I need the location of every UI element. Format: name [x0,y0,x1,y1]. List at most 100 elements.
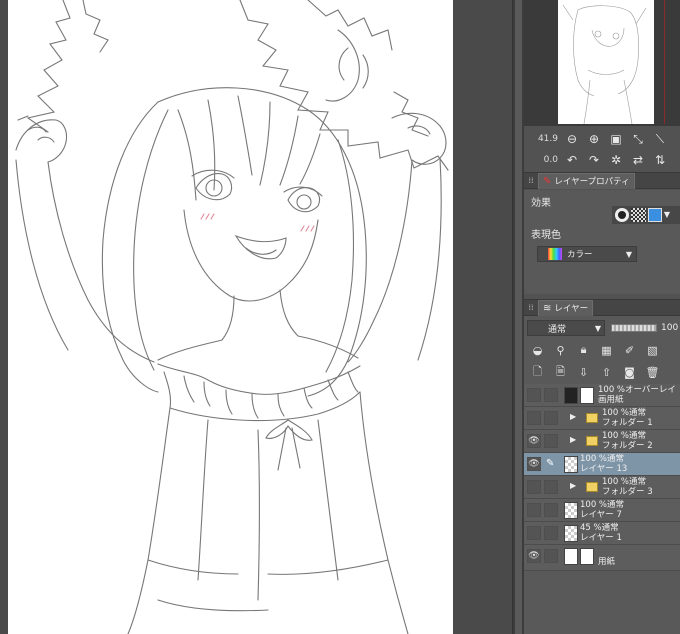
tab-layer-property-label: レイヤープロパティ [554,177,630,187]
lock-toggle[interactable] [544,526,558,540]
layer-row-layer-13[interactable]: 👁︎ ✎ 100 %通常 レイヤー 13 [524,453,680,476]
eye-icon[interactable]: 👁︎ [527,434,541,448]
layer-mode-text: 45 %通常 [580,523,619,533]
zoom-out-icon[interactable]: ⊖ [562,130,582,148]
opacity-value[interactable]: 100 [661,323,678,333]
folder-icon [586,413,598,423]
layer-toolbar-1: ◒ ⚲ 🔒︎ ▦ ✐ ▧ [524,340,680,360]
expression-color-select[interactable]: カラー ▼ [537,246,637,262]
layer-thumbnail [564,502,578,519]
move-up-icon[interactable]: ⇧ [597,363,616,381]
layer-mode-text: 100 %通常 [580,454,625,464]
fit-to-window-icon[interactable]: ⤡ [628,130,648,148]
layer-color-icon[interactable] [647,208,662,222]
chevron-down-icon: ▼ [594,323,601,333]
layer-row-layer-1[interactable]: 45 %通常 レイヤー 1 [524,522,680,545]
visibility-toggle[interactable] [527,480,541,494]
new-vector-layer-icon[interactable]: 🗎 [551,363,570,381]
navigator-preview-image [562,4,647,124]
expand-arrow-icon[interactable]: ▶ [570,435,576,444]
mask-icon[interactable]: ▧ [643,341,662,359]
layers-icon: ≋ [543,302,552,314]
tone-effect-icon[interactable] [631,208,646,222]
blend-row: 通常 ▼ 100 [524,319,680,337]
visibility-toggle[interactable] [527,411,541,425]
zoom-in-icon[interactable]: ⊕ [584,130,604,148]
expand-arrow-icon[interactable]: ▶ [570,412,576,421]
blend-mode-select[interactable]: 通常 ▼ [527,320,605,336]
opacity-slider[interactable] [611,324,657,332]
clip-icon[interactable]: ◒ [528,341,547,359]
delete-layer-icon[interactable]: 🗑︎ [643,363,662,381]
folder-icon [586,482,598,492]
scrollbar-thumb[interactable] [515,0,522,634]
lineart-illustration [15,0,449,634]
tab-layer-property[interactable]: ✎ レイヤープロパティ [538,172,635,189]
flip-vertical-icon[interactable]: ⇅ [650,151,670,169]
layer-row-folder-2[interactable]: 👁︎ ▶ 100 %通常 フォルダー 2 [524,430,680,453]
move-down-icon[interactable]: ⇩ [574,363,593,381]
border-effect-icon[interactable] [615,208,630,222]
layer-name: 用紙 [598,557,616,567]
rotate-right-icon[interactable]: ↷ [584,151,604,169]
flip-horizontal-icon[interactable]: ⇄ [628,151,648,169]
layer-property-tabbar: ⁞⁞ ✎ レイヤープロパティ [524,172,680,189]
color-mode-icon [548,248,562,260]
reset-rotation-icon[interactable]: ✲ [606,151,626,169]
eye-icon[interactable]: 👁︎ [527,457,541,471]
visibility-toggle[interactable] [527,503,541,517]
new-raster-layer-icon[interactable]: 🗋 [528,363,547,381]
tab-layer[interactable]: ≋ レイヤー [538,299,594,316]
zoom-row: 41.9 ⊖ ⊕ ▣ ⤡ ⟍ [524,129,672,149]
lock-transparency-icon[interactable]: ▦ [597,341,616,359]
navigator-panel[interactable] [524,0,680,125]
layer-toolbar-2: 🗋 🗎 ⇩ ⇧ ◙ 🗑︎ [524,362,680,382]
reference-icon[interactable]: ⚲ [551,341,570,359]
lock-toggle[interactable] [544,503,558,517]
canvas-paper[interactable] [8,0,453,634]
lock-toggle[interactable] [544,388,558,402]
layer-name: フォルダー 1 [602,418,653,428]
layer-row-folder-3[interactable]: ▶ 100 %通常 フォルダー 3 [524,476,680,499]
expression-color-value: カラー [567,250,593,260]
layer-thumbnail [580,387,594,404]
layer-name: フォルダー 3 [602,487,653,497]
draft-layer-icon[interactable]: ✐ [620,341,639,359]
flip-icon[interactable]: ⟍ [650,130,670,148]
zoom-value[interactable]: 41.9 [524,134,562,144]
layer-row-folder-1[interactable]: ▶ 100 %通常 フォルダー 1 [524,407,680,430]
folder-icon [586,436,598,446]
expression-color-label: 表現色 [531,230,561,241]
canvas-vertical-scrollbar[interactable] [512,0,524,634]
canvas-area[interactable] [0,0,512,634]
layer-row-canvas-paper[interactable]: 100 %オーバーレイ 画用紙 [524,384,680,407]
tab-layer-label: レイヤー [554,304,589,314]
actual-size-icon[interactable]: ▣ [606,130,626,148]
panel-grip-icon[interactable]: ⁞⁞ [524,303,538,312]
visibility-toggle[interactable] [527,388,541,402]
layer-row-paper[interactable]: 👁︎ 用紙 [524,545,680,571]
lock-icon[interactable]: 🔒︎ [574,341,593,359]
lock-toggle[interactable] [544,480,558,494]
lock-toggle[interactable] [544,434,558,448]
panel-grip-icon[interactable]: ⁞⁞ [524,176,538,185]
effect-dropdown-icon[interactable]: ▼ [664,208,678,222]
layer-panel: 通常 ▼ 100 ◒ ⚲ 🔒︎ ▦ ✐ ▧ 🗋 🗎 ⇩ ⇧ ◙ 🗑︎ 100 %… [524,316,680,634]
lock-toggle[interactable] [544,549,558,563]
layer-mode-text: 100 %通常 [602,477,647,487]
chevron-down-icon: ▼ [625,249,632,259]
lock-toggle[interactable] [544,411,558,425]
rotate-left-icon[interactable]: ↶ [562,151,582,169]
layer-thumbnail [564,525,578,542]
visibility-toggle[interactable] [527,526,541,540]
create-mask-icon[interactable]: ◙ [620,363,639,381]
effect-label: 効果 [531,198,551,209]
rotation-value[interactable]: 0.0 [524,155,562,165]
layer-property-icon: ✎ [543,175,552,187]
expand-arrow-icon[interactable]: ▶ [570,481,576,490]
navigator-preview[interactable] [558,0,654,124]
eye-icon[interactable]: 👁︎ [527,549,541,563]
layer-row-layer-7[interactable]: 100 %通常 レイヤー 7 [524,499,680,522]
layer-mode-text: 100 %通常 [602,431,647,441]
rotation-row: 0.0 ↶ ↷ ✲ ⇄ ⇅ [524,150,672,170]
